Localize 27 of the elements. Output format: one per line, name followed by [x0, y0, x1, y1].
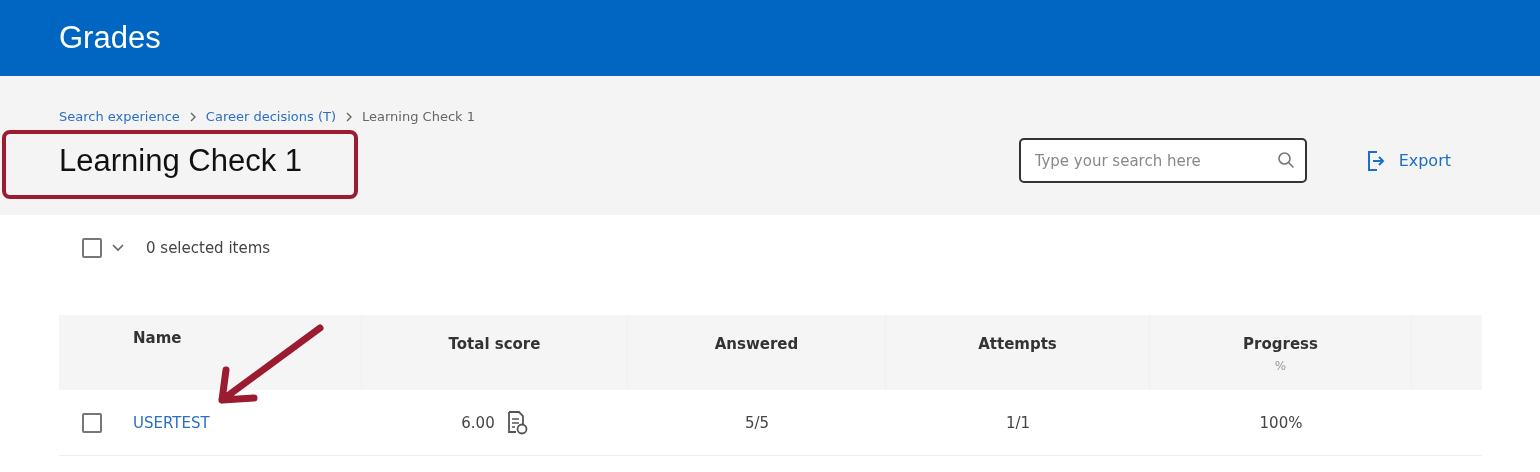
table-cell: 1/1 [1005, 413, 1031, 432]
export-icon [1366, 150, 1385, 171]
column-unit: % [1274, 359, 1287, 373]
column-header: Progress [1243, 335, 1318, 353]
breadcrumb-current: Learning Check 1 [362, 109, 475, 124]
breadcrumb-link[interactable]: Career decisions (T) [205, 109, 336, 124]
column-header: Answered [714, 335, 799, 353]
column-header: Total score [448, 335, 541, 353]
chevron-icon [345, 111, 353, 122]
page-title: Learning Check 1 [59, 142, 303, 179]
table-cell: 6.00 [461, 413, 495, 432]
search-field[interactable]: Type your search here [1018, 138, 1307, 183]
column-header: Attempts [978, 335, 1057, 353]
app-title: Grades [59, 20, 161, 56]
row-checkbox[interactable] [82, 412, 102, 433]
student-name-link[interactable]: USERTEST [133, 413, 210, 432]
caret-icon[interactable] [112, 244, 124, 252]
selection-count: 0 selected items [146, 239, 271, 257]
document-icon[interactable] [506, 410, 529, 435]
table-cell: 5/5 [744, 413, 770, 432]
breadcrumb-link[interactable]: Search experience [59, 109, 180, 124]
column-header: Name [133, 329, 182, 347]
search-icon [1276, 151, 1295, 169]
table-cell: 100% [1259, 413, 1303, 432]
export-button[interactable]: Export [1366, 150, 1451, 171]
chevron-icon [188, 111, 197, 122]
select-all-checkbox[interactable] [82, 238, 102, 258]
